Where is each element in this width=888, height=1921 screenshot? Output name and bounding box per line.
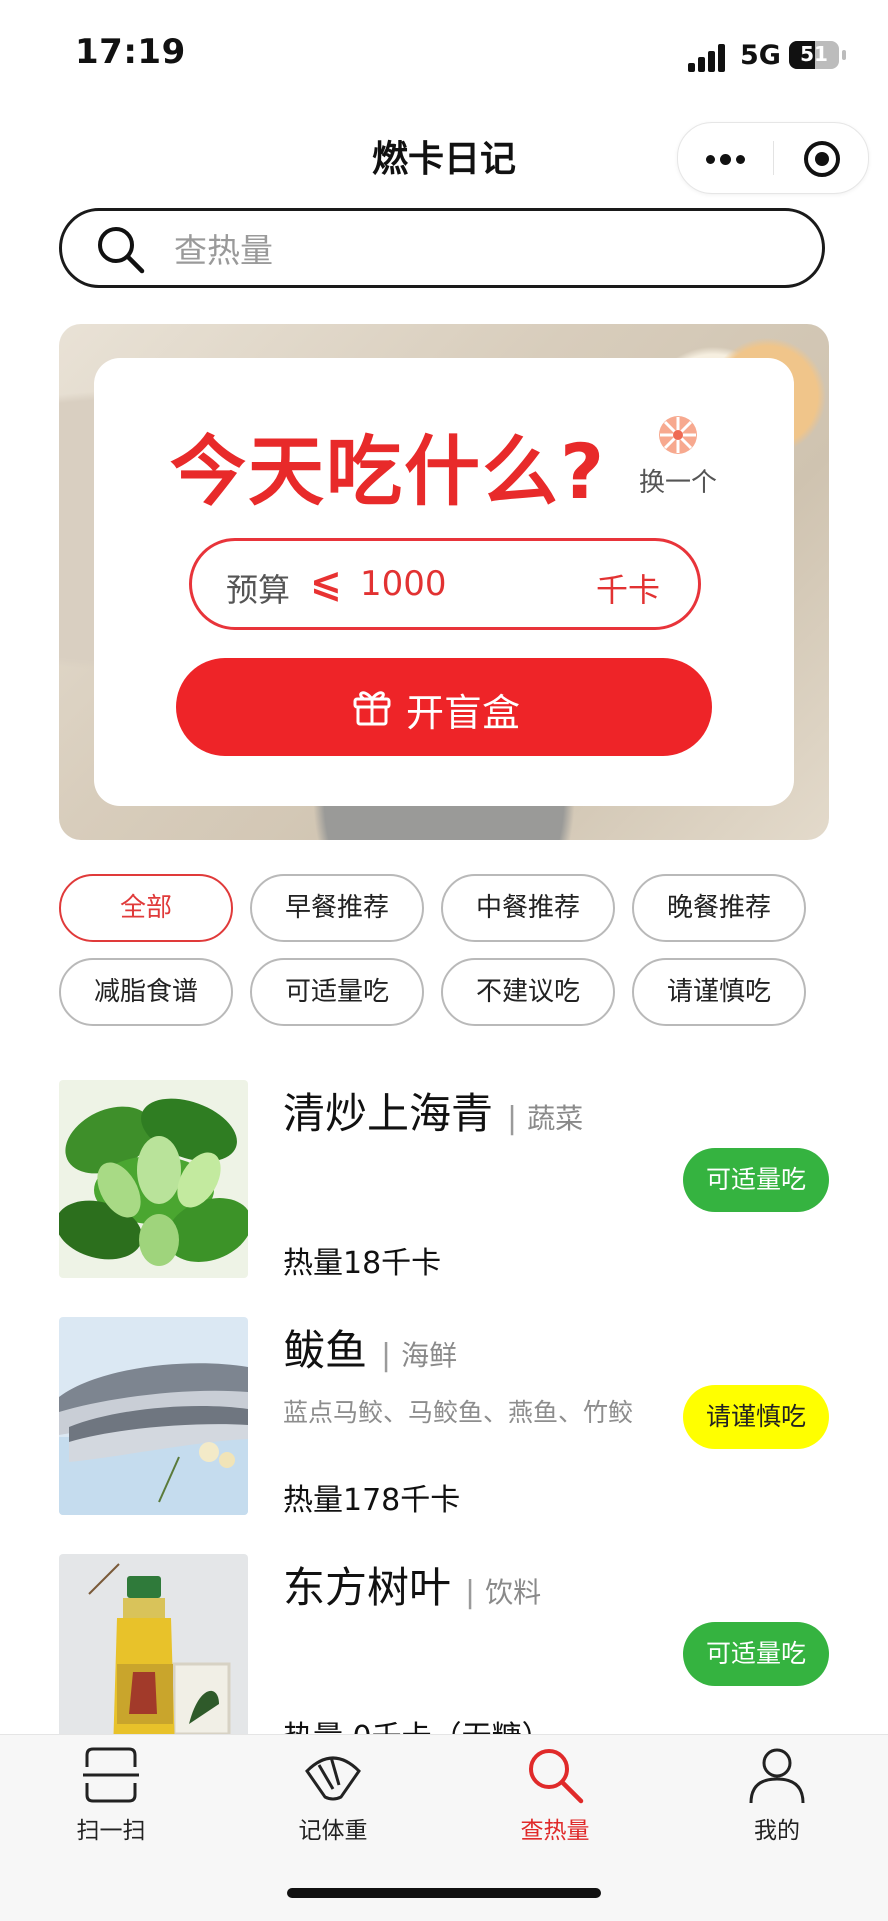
tab-profile[interactable]: 我的 — [666, 1735, 888, 1865]
filter-chip-caution[interactable]: 请谨慎吃 — [632, 958, 806, 1026]
food-item[interactable]: 清炒上海青 | 蔬菜 热量18千卡 可适量吃 — [59, 1080, 829, 1281]
food-badge: 可适量吃 — [683, 1622, 829, 1686]
food-badge: 可适量吃 — [683, 1148, 829, 1212]
filter-chip-lunch[interactable]: 中餐推荐 — [441, 874, 615, 942]
blind-box-card: 今天吃什么? 换一个 预算 ⩽ 1000 千卡 开盲盒 — [94, 358, 794, 806]
food-item[interactable]: 鲅鱼 | 海鲜 蓝点马鲛、马鲛鱼、燕鱼、竹鲛 热量178千卡 请谨慎吃 — [59, 1317, 829, 1518]
search-icon — [529, 1749, 584, 1804]
tab-scan[interactable]: 扫一扫 — [0, 1735, 222, 1865]
food-name: 清炒上海青 — [283, 1089, 494, 1138]
budget-unit: 千卡 — [595, 571, 660, 609]
network-label: 5G — [740, 40, 781, 71]
capsule-divider — [773, 141, 774, 175]
swap-label: 换一个 — [638, 468, 717, 498]
food-separator: | — [381, 1338, 392, 1373]
tab-label: 记体重 — [298, 1818, 368, 1844]
food-name: 鲅鱼 — [283, 1326, 368, 1375]
swap-button[interactable]: 换一个 — [634, 414, 722, 499]
food-alias: 蓝点马鲛、马鲛鱼、燕鱼、竹鲛 — [283, 1398, 634, 1427]
food-separator: | — [507, 1101, 518, 1136]
tab-calories[interactable]: 查热量 — [444, 1735, 666, 1865]
food-image — [59, 1554, 248, 1752]
budget-value[interactable]: 1000 — [360, 564, 447, 604]
tab-label: 扫一扫 — [76, 1818, 146, 1844]
budget-label: 预算 — [226, 571, 291, 609]
tab-label: 我的 — [754, 1818, 800, 1844]
food-name: 东方树叶 — [283, 1563, 452, 1612]
blind-box-headline: 今天吃什么? — [170, 427, 607, 516]
food-image — [59, 1080, 248, 1278]
food-name-row: 鲅鱼 | 海鲜 — [283, 1317, 457, 1378]
search-input[interactable] — [172, 221, 776, 279]
battery-tip — [842, 50, 846, 60]
status-time: 17:19 — [75, 32, 186, 72]
budget-operator: ⩽ — [310, 561, 342, 605]
food-category: 海鲜 — [401, 1339, 458, 1372]
food-name-row: 东方树叶 | 饮料 — [283, 1554, 541, 1615]
gift-icon — [353, 691, 391, 726]
food-name-row: 清炒上海青 | 蔬菜 — [283, 1080, 583, 1141]
food-separator: | — [465, 1575, 476, 1610]
filter-chip-all[interactable]: 全部 — [59, 874, 233, 942]
tab-label: 查热量 — [520, 1818, 590, 1844]
status-bar: 17:19 5G 51 — [0, 0, 888, 110]
scan-icon — [83, 1747, 139, 1803]
more-icon[interactable] — [702, 136, 752, 180]
wheel-icon — [659, 416, 697, 454]
food-item[interactable]: 东方树叶|饮料 热量 0千卡（无糖） 可适量吃 — [59, 1554, 829, 1755]
food-category: 饮料 — [485, 1576, 542, 1609]
budget-field[interactable]: 预算 ⩽ 1000 千卡 — [189, 538, 701, 630]
search-bar[interactable] — [59, 208, 825, 288]
food-calories: 热量18千卡 — [283, 1246, 442, 1281]
miniprogram-capsule — [677, 122, 869, 194]
signal-icon — [688, 44, 728, 72]
person-icon — [749, 1748, 805, 1804]
filter-chip-fat-loss[interactable]: 减脂食谱 — [59, 958, 233, 1026]
food-badge: 请谨慎吃 — [683, 1385, 829, 1449]
scale-icon — [305, 1756, 361, 1801]
battery-icon: 51 — [789, 41, 839, 69]
food-category: 蔬菜 — [527, 1102, 584, 1135]
food-calories: 热量178千卡 — [283, 1483, 461, 1518]
filter-chip-moderate[interactable]: 可适量吃 — [250, 958, 424, 1026]
search-icon — [98, 227, 145, 274]
filter-chip-breakfast[interactable]: 早餐推荐 — [250, 874, 424, 942]
food-image — [59, 1317, 248, 1515]
tab-weight[interactable]: 记体重 — [222, 1735, 444, 1865]
battery-percent: 51 — [800, 42, 828, 66]
close-miniprogram-icon[interactable] — [803, 140, 841, 178]
home-indicator — [287, 1888, 601, 1898]
open-blind-box-button[interactable]: 开盲盒 — [176, 658, 712, 756]
open-button-label: 开盲盒 — [406, 691, 521, 735]
filter-chip-not-recommended[interactable]: 不建议吃 — [441, 958, 615, 1026]
filter-chip-dinner[interactable]: 晚餐推荐 — [632, 874, 806, 942]
